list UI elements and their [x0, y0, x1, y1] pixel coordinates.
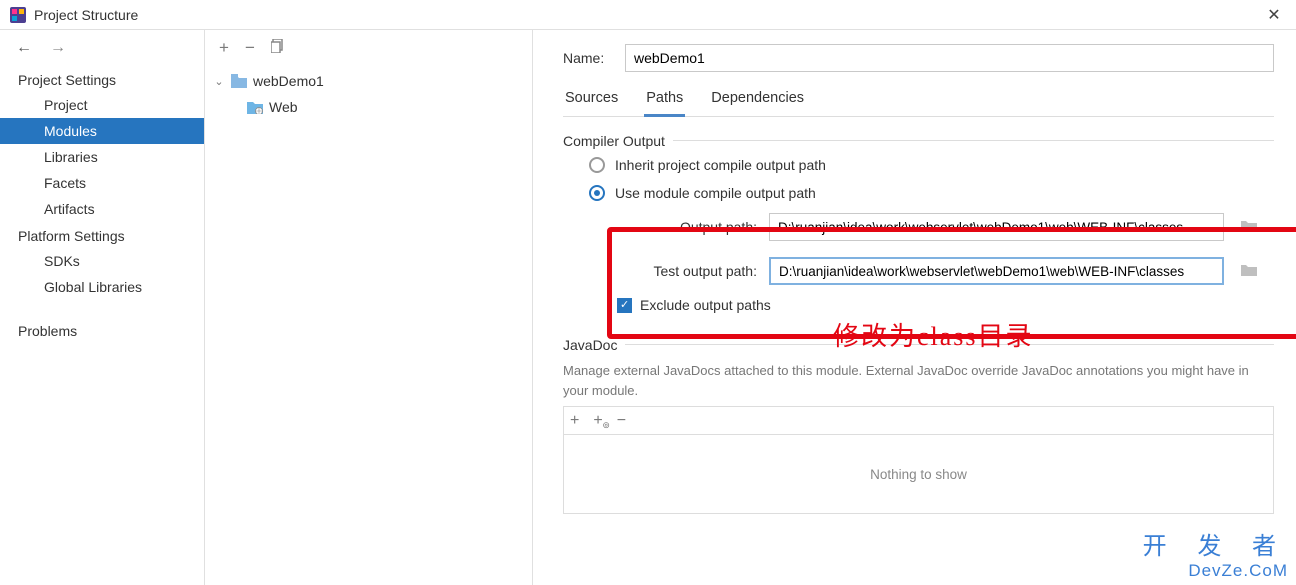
module-tree: ⌄ webDemo1 Web	[205, 66, 532, 120]
nav-artifacts[interactable]: Artifacts	[0, 196, 204, 222]
output-path-label: Output path:	[617, 219, 757, 235]
exclude-output-row[interactable]: Exclude output paths	[617, 297, 1274, 313]
javadoc-add-url-icon[interactable]: +⊚	[593, 412, 602, 430]
javadoc-toolbar: + +⊚ −	[563, 406, 1274, 434]
module-folder-icon	[231, 74, 247, 88]
radio-inherit[interactable]	[589, 157, 605, 173]
watermark-line2: DevZe.CoM	[1143, 561, 1288, 581]
tab-sources[interactable]: Sources	[563, 86, 620, 116]
add-icon[interactable]: +	[219, 38, 229, 58]
watermark-line1: 开 发 者	[1143, 526, 1288, 561]
test-output-path-input[interactable]	[769, 257, 1224, 285]
tab-paths[interactable]: Paths	[644, 86, 685, 117]
section-platform-settings: Platform Settings	[0, 222, 204, 248]
titlebar: Project Structure ✕	[0, 0, 1296, 30]
detail-panel: Name: Sources Paths Dependencies Compile…	[533, 30, 1296, 585]
javadoc-help: Manage external JavaDocs attached to thi…	[563, 361, 1274, 400]
forward-icon[interactable]: →	[50, 39, 66, 57]
window-title: Project Structure	[34, 7, 1262, 23]
chevron-down-icon[interactable]: ⌄	[213, 75, 225, 88]
tree-root-row[interactable]: ⌄ webDemo1	[213, 68, 532, 94]
javadoc-list: Nothing to show	[563, 434, 1274, 514]
tree-child-label: Web	[269, 99, 298, 115]
nav-arrows: ← →	[0, 30, 204, 66]
path-grid: Output path: Test output path:	[617, 213, 1270, 285]
annotation-text: 修改为class目录	[833, 316, 1034, 353]
nav-sdks[interactable]: SDKs	[0, 248, 204, 274]
exclude-output-checkbox[interactable]	[617, 298, 632, 313]
output-path-input[interactable]	[769, 213, 1224, 241]
javadoc-remove-icon[interactable]: −	[617, 412, 626, 430]
close-icon[interactable]: ✕	[1262, 5, 1286, 25]
module-tabs: Sources Paths Dependencies	[563, 86, 1274, 117]
test-output-path-browse-icon[interactable]	[1236, 258, 1262, 284]
javadoc-section: JavaDoc Manage external JavaDocs attache…	[563, 337, 1274, 514]
exclude-output-label: Exclude output paths	[640, 297, 771, 313]
radio-inherit-label: Inherit project compile output path	[615, 157, 826, 173]
name-label: Name:	[563, 50, 611, 66]
radio-module[interactable]	[589, 185, 605, 201]
nav-global-libraries[interactable]: Global Libraries	[0, 274, 204, 300]
radio-module-label: Use module compile output path	[615, 185, 816, 201]
module-name-input[interactable]	[625, 44, 1274, 72]
module-toolbar: + −	[205, 30, 532, 66]
tree-child-row[interactable]: Web	[213, 94, 532, 120]
nav-problems[interactable]: Problems	[0, 318, 204, 344]
javadoc-title: JavaDoc	[563, 337, 625, 353]
nav-project[interactable]: Project	[0, 92, 204, 118]
javadoc-add-icon[interactable]: +	[570, 412, 579, 430]
module-tree-panel: + − ⌄ webDemo1 Web	[205, 30, 533, 585]
nav-libraries[interactable]: Libraries	[0, 144, 204, 170]
main: ← → Project Settings Project Modules Lib…	[0, 30, 1296, 585]
javadoc-empty: Nothing to show	[870, 467, 967, 482]
radio-inherit-row[interactable]: Inherit project compile output path	[589, 157, 1274, 173]
remove-icon[interactable]: −	[245, 38, 255, 58]
back-icon[interactable]: ←	[16, 39, 32, 57]
tab-dependencies[interactable]: Dependencies	[709, 86, 806, 116]
nav-modules[interactable]: Modules	[0, 118, 204, 144]
radio-module-row[interactable]: Use module compile output path	[589, 185, 1274, 201]
compiler-output-section: Compiler Output Inherit project compile …	[563, 133, 1274, 331]
left-panel: ← → Project Settings Project Modules Lib…	[0, 30, 205, 585]
watermark: 开 发 者 DevZe.CoM	[1143, 526, 1288, 581]
copy-icon[interactable]	[271, 38, 285, 58]
output-path-browse-icon[interactable]	[1236, 214, 1262, 240]
tree-root-label: webDemo1	[253, 73, 324, 89]
nav-facets[interactable]: Facets	[0, 170, 204, 196]
compiler-output-title: Compiler Output	[563, 133, 673, 149]
web-facet-icon	[247, 100, 263, 114]
test-output-path-label: Test output path:	[617, 263, 757, 279]
name-row: Name:	[563, 44, 1274, 72]
section-project-settings: Project Settings	[0, 66, 204, 92]
app-icon	[10, 7, 26, 23]
